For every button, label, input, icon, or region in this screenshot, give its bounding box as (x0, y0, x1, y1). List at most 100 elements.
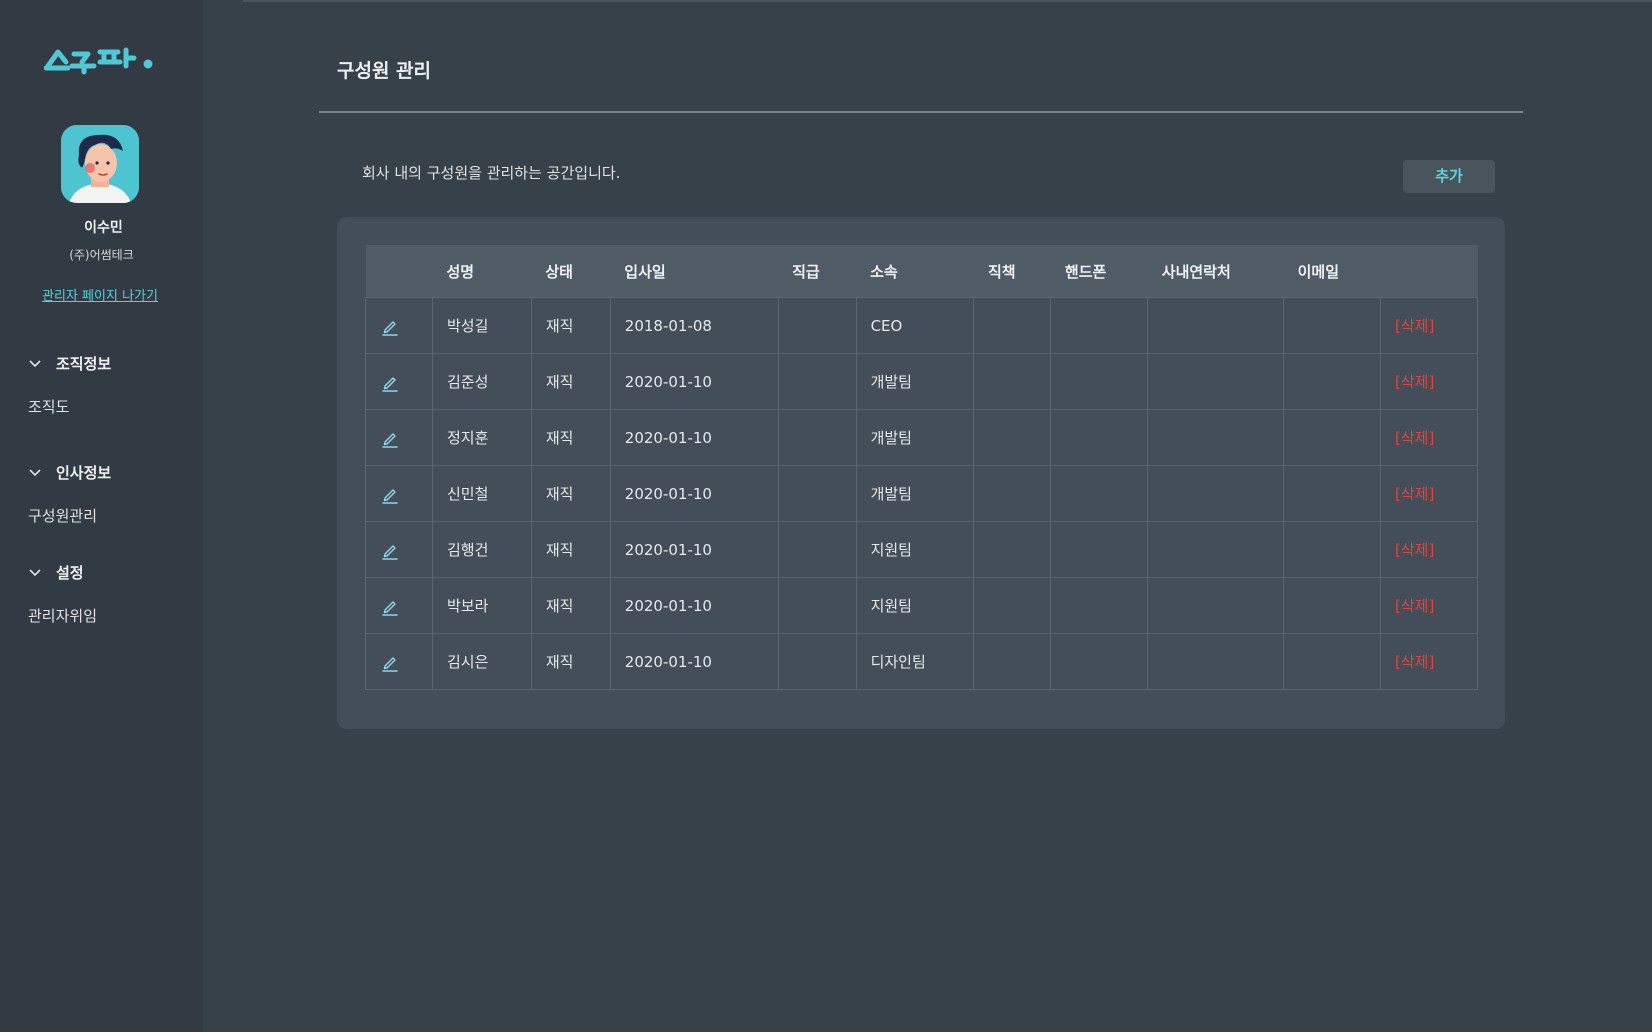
cell-mobile (1050, 353, 1149, 410)
cell-mobile (1050, 409, 1149, 466)
cell-name: 정지훈 (431, 409, 532, 466)
table-row: 김시은 재직 2020-01-10 디자인팀 [삭제] (365, 633, 1478, 690)
pencil-icon[interactable] (380, 484, 400, 504)
chevron-down-icon (29, 468, 41, 476)
cell-email (1283, 465, 1381, 522)
cell-mobile (1050, 521, 1149, 578)
section-org-info[interactable]: 조직정보 (28, 353, 111, 374)
delete-button[interactable]: [삭제] (1395, 597, 1434, 615)
cell-email (1283, 297, 1381, 354)
edit-cell (365, 577, 433, 634)
delete-button[interactable]: [삭제] (1395, 653, 1434, 671)
exit-admin-link[interactable]: 관리자 페이지 나가기 (0, 285, 200, 304)
cell-rank (777, 297, 857, 354)
col-header-rank: 직급 (778, 245, 857, 298)
cell-position (973, 297, 1052, 354)
cell-office (1147, 577, 1285, 634)
col-header-join-date: 입사일 (610, 245, 779, 298)
cell-name: 김행건 (431, 521, 532, 578)
main-content: 구성원 관리 회사 내의 구성원을 관리하는 공간입니다. 추가 성명 상태 입… (203, 0, 1652, 1032)
top-divider (243, 0, 1652, 2)
cell-team: 개발팀 (855, 353, 975, 410)
cell-email (1283, 521, 1381, 578)
pencil-icon[interactable] (380, 316, 400, 336)
members-table: 성명 상태 입사일 직급 소속 직책 핸드폰 사내연락처 이메일 박성길 재직 20… (365, 245, 1478, 690)
cell-status: 재직 (530, 353, 611, 410)
cell-mobile (1050, 577, 1149, 634)
col-header-team: 소속 (856, 245, 974, 298)
table-header-row: 성명 상태 입사일 직급 소속 직책 핸드폰 사내연락처 이메일 (365, 245, 1478, 298)
user-name: 이수민 (84, 220, 123, 236)
cell-position (973, 521, 1052, 578)
cell-position (973, 633, 1052, 690)
delete-button[interactable]: [삭제] (1395, 485, 1434, 503)
sidebar-item-org-chart[interactable]: 조직도 (28, 396, 69, 417)
col-header-actions (1380, 245, 1478, 298)
logo[interactable] (44, 40, 156, 76)
cell-join-date: 2020-01-10 (609, 409, 779, 466)
pencil-icon[interactable] (380, 652, 400, 672)
cell-office (1147, 297, 1285, 354)
delete-cell: [삭제] (1380, 577, 1478, 634)
section-title: 조직정보 (56, 355, 112, 373)
section-settings[interactable]: 설정 (28, 562, 84, 583)
members-panel: 성명 상태 입사일 직급 소속 직책 핸드폰 사내연락처 이메일 박성길 재직 20… (337, 217, 1505, 729)
pencil-icon[interactable] (380, 372, 400, 392)
delete-cell: [삭제] (1380, 353, 1478, 410)
cell-rank (777, 409, 857, 466)
sidebar-item-admin-delegation[interactable]: 관리자위임 (28, 605, 97, 626)
col-header-name: 성명 (432, 245, 532, 298)
cell-team: 디자인팀 (855, 633, 975, 690)
cell-email (1283, 353, 1381, 410)
cell-mobile (1050, 297, 1149, 354)
delete-cell: [삭제] (1380, 633, 1478, 690)
cell-join-date: 2020-01-10 (609, 521, 779, 578)
cell-email (1283, 633, 1381, 690)
cell-team: 지원팀 (855, 577, 975, 634)
col-header-email: 이메일 (1283, 245, 1381, 298)
sidebar: 이수민 (주)어썸테크 관리자 페이지 나가기 조직정보 조직도 인사정보 구성… (0, 0, 203, 1032)
cell-name: 김준성 (431, 353, 532, 410)
chevron-down-icon (29, 568, 41, 576)
pencil-icon[interactable] (380, 428, 400, 448)
title-divider (319, 111, 1523, 113)
delete-cell: [삭제] (1380, 521, 1478, 578)
add-member-button[interactable]: 추가 (1403, 160, 1495, 193)
delete-button[interactable]: [삭제] (1395, 541, 1434, 559)
cell-status: 재직 (530, 577, 611, 634)
cell-office (1147, 521, 1285, 578)
col-header-status: 상태 (531, 245, 611, 298)
table-row: 박성길 재직 2018-01-08 CEO [삭제] (365, 297, 1478, 354)
pencil-icon[interactable] (380, 596, 400, 616)
edit-cell (365, 633, 433, 690)
cell-email (1283, 577, 1381, 634)
delete-button[interactable]: [삭제] (1395, 373, 1434, 391)
cell-mobile (1050, 633, 1149, 690)
table-row: 김행건 재직 2020-01-10 지원팀 [삭제] (365, 521, 1478, 578)
edit-cell (365, 409, 433, 466)
col-header-edit (365, 245, 433, 298)
cell-join-date: 2020-01-10 (609, 353, 779, 410)
page-title: 구성원 관리 (337, 60, 432, 82)
cell-name: 박보라 (431, 577, 532, 634)
cell-office (1147, 353, 1285, 410)
cell-rank (777, 465, 857, 522)
pencil-icon[interactable] (380, 540, 400, 560)
cell-position (973, 577, 1052, 634)
cell-name: 신민철 (431, 465, 532, 522)
sidebar-item-members[interactable]: 구성원관리 (28, 505, 97, 526)
edit-cell (365, 297, 433, 354)
cell-status: 재직 (530, 297, 611, 354)
delete-button[interactable]: [삭제] (1395, 317, 1434, 335)
cell-rank (777, 521, 857, 578)
section-hr-info[interactable]: 인사정보 (28, 462, 111, 483)
edit-cell (365, 353, 433, 410)
cell-team: 개발팀 (855, 465, 975, 522)
cell-rank (777, 353, 857, 410)
cell-status: 재직 (530, 633, 611, 690)
delete-cell: [삭제] (1380, 409, 1478, 466)
cell-join-date: 2020-01-10 (609, 633, 779, 690)
delete-button[interactable]: [삭제] (1395, 429, 1434, 447)
user-company: (주)어썸테크 (69, 248, 134, 262)
table-row: 김준성 재직 2020-01-10 개발팀 [삭제] (365, 353, 1478, 410)
